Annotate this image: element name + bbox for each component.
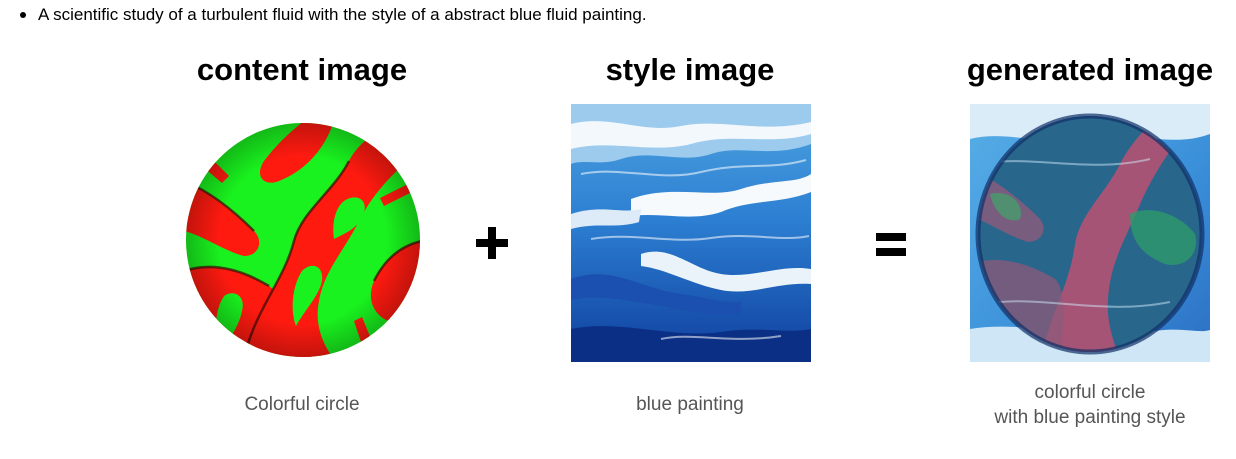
style-image-caption: blue painting [636, 394, 744, 415]
generated-image-title: generated image [966, 52, 1214, 87]
style-image [571, 104, 811, 362]
generated-caption-line-1: colorful circle [1034, 382, 1146, 403]
content-image-caption: Colorful circle [244, 394, 360, 415]
intro-text: A scientific study of a turbulent fluid … [38, 5, 647, 24]
content-image [186, 123, 420, 357]
plus-icon [476, 227, 508, 259]
content-image-title: content image [196, 52, 408, 87]
bullet-dot-icon [20, 12, 26, 18]
generated-image-caption: colorful circle with blue painting style [994, 380, 1185, 430]
intro-bullet: A scientific study of a turbulent fluid … [20, 4, 647, 26]
generated-image [970, 104, 1210, 362]
equals-icon [876, 233, 906, 256]
generated-caption-line-2: with blue painting style [994, 407, 1186, 428]
style-image-title: style image [605, 52, 775, 87]
